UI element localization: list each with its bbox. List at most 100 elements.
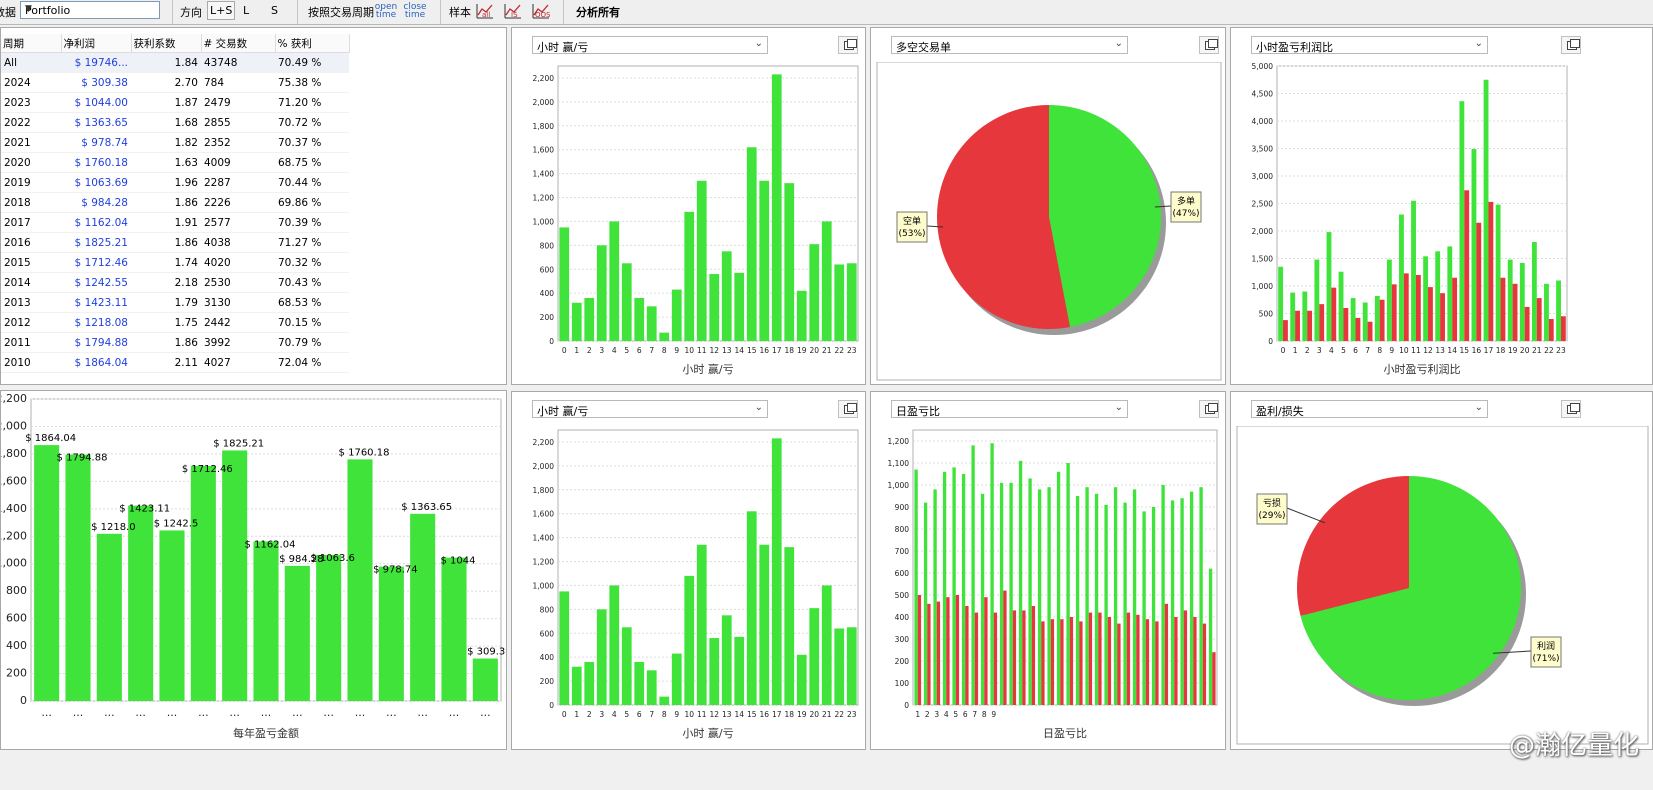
bar (1183, 610, 1188, 705)
table-row[interactable]: 2021 $ 978.74 1.82 2352 70.37 % (1, 132, 349, 153)
popout-icon[interactable] (1199, 400, 1219, 418)
popout-icon[interactable] (838, 36, 858, 54)
table-row[interactable]: 2015 $ 1712.46 1.74 4020 70.32 % (1, 252, 349, 273)
table-cell: 75.38 % (275, 72, 349, 93)
bar (1012, 610, 1017, 705)
table-cell: 1.82 (131, 132, 201, 153)
bar (1174, 617, 1178, 705)
x-tick-label: 9 (674, 710, 679, 719)
popout-icon[interactable] (1561, 400, 1581, 418)
hourly-ratio-dropdown[interactable]: 小时盈亏利润比 ⌄ (1251, 36, 1488, 54)
direction-ls-button[interactable]: L+S (207, 1, 236, 20)
x-tick-label: 8 (662, 346, 667, 355)
table-row[interactable]: 2014 $ 1242.55 2.18 2530 70.43 % (1, 272, 349, 293)
table-row[interactable]: 2012 $ 1218.08 1.75 2442 70.15 % (1, 312, 349, 333)
popout-icon[interactable] (1561, 36, 1581, 54)
x-tick-label: 5 (953, 710, 958, 719)
bar (1193, 617, 1197, 705)
x-tick-label: 2 (925, 710, 930, 719)
table-cell: 3130 (201, 292, 275, 313)
bar (596, 609, 607, 705)
table-row[interactable]: All $ 19746... 1.84 43748 70.49 % (1, 52, 349, 73)
table-row[interactable]: 2019 $ 1063.69 1.96 2287 70.44 % (1, 172, 349, 193)
x-tick-label: 3 (599, 710, 604, 719)
y-tick-label: 1,200 (533, 194, 555, 203)
column-header[interactable]: 周期 (1, 34, 62, 53)
close-time-button[interactable]: close time (403, 3, 427, 20)
table-row[interactable]: 2013 $ 1423.11 1.79 3130 68.53 % (1, 292, 349, 313)
x-tick-label: 6 (963, 710, 968, 719)
direction-short-button[interactable]: S (271, 4, 278, 17)
sample-is-icon[interactable]: IS (503, 2, 523, 20)
bar (684, 575, 695, 705)
y-tick-label: 1,600 (1, 474, 27, 487)
table-row[interactable]: 2018 $ 984.28 1.86 2226 69.86 % (1, 192, 349, 213)
table-row[interactable]: 2010 $ 1864.04 2.11 4027 72.04 % (1, 352, 349, 373)
bar (128, 505, 154, 701)
table-header-row: 周期 净利润 获利系数 # 交易数% 获利 (1, 34, 350, 53)
hourly-winloss-dropdown[interactable]: 小时 赢/亏 ⌄ (532, 36, 768, 54)
x-tick-label: 10 (684, 346, 694, 355)
data-label: $ 1794.88 (57, 453, 108, 464)
analyze-all-button[interactable]: 分析所有 (576, 4, 620, 20)
divider (563, 0, 564, 24)
bar (1464, 190, 1470, 341)
popout-icon[interactable] (1199, 36, 1219, 54)
column-header[interactable]: % 获利 (275, 34, 350, 53)
bar (971, 445, 975, 705)
x-tick-label: 20 (809, 710, 819, 719)
bar (746, 147, 757, 341)
y-tick-label: 1,800 (533, 122, 555, 131)
table-row[interactable]: 2017 $ 1162.04 1.91 2577 70.39 % (1, 212, 349, 233)
table-cell: 4020 (201, 252, 275, 273)
table-row[interactable]: 2023 $ 1044.00 1.87 2479 71.20 % (1, 92, 349, 113)
portfolio-select[interactable]: Portfolio ▼ (20, 1, 160, 19)
x-tick-label: 8 (662, 710, 667, 719)
sample-oos-icon[interactable]: OOS (531, 2, 551, 20)
bar (821, 585, 832, 705)
open-time-button[interactable]: open time (374, 3, 398, 20)
trade-period-label: 按照交易周期 (308, 6, 374, 19)
y-tick-label: 300 (895, 635, 910, 644)
direction-long-button[interactable]: L (243, 4, 249, 17)
bar (952, 467, 956, 705)
table-cell: 2024 (1, 72, 61, 93)
table-row[interactable]: 2016 $ 1825.21 1.86 4038 71.27 % (1, 232, 349, 253)
daily-ratio-dropdown[interactable]: 日盈亏比 ⌄ (891, 400, 1128, 418)
x-tick-label: 22 (834, 710, 844, 719)
popout-icon[interactable] (838, 400, 858, 418)
hourly-winloss-dropdown-2[interactable]: 小时 赢/亏 ⌄ (532, 400, 768, 418)
table-row[interactable]: 2022 $ 1363.65 1.68 2855 70.72 % (1, 112, 349, 133)
data-label: 数据 (0, 6, 16, 19)
bar (1399, 214, 1404, 341)
bar (821, 221, 832, 341)
data-label: $ 1162.04 (245, 539, 296, 550)
bar (990, 443, 994, 705)
table-row[interactable]: 2011 $ 1794.88 1.86 3992 70.79 % (1, 332, 349, 353)
sample-all-icon[interactable]: all (475, 2, 495, 20)
y-tick-label: 600 (540, 265, 555, 274)
x-tick-label: ... (292, 706, 303, 719)
table-cell: 2.11 (131, 352, 201, 373)
bar (846, 627, 857, 705)
column-header[interactable]: 获利系数 (131, 34, 202, 53)
bar (1126, 612, 1131, 705)
bar (1350, 298, 1356, 341)
profitloss-dropdown[interactable]: 盈利/损失 ⌄ (1251, 400, 1488, 418)
bar (1199, 487, 1203, 705)
bar (1290, 292, 1296, 341)
longshort-dropdown[interactable]: 多空交易单 ⌄ (891, 36, 1128, 54)
bar (1531, 242, 1537, 341)
bar (1132, 489, 1137, 705)
table-cell: 1.86 (131, 232, 201, 253)
column-header[interactable]: # 交易数 (201, 34, 276, 53)
table-row[interactable]: 2020 $ 1760.18 1.63 4009 68.75 % (1, 152, 349, 173)
x-tick-label: 18 (784, 346, 794, 355)
column-header[interactable]: 净利润 (61, 34, 132, 53)
table-cell: $ 1242.55 (61, 272, 131, 293)
bar (571, 666, 582, 705)
table-row[interactable]: 2024 $ 309.38 2.70 784 75.38 % (1, 72, 349, 93)
bar (936, 601, 941, 705)
bar (999, 482, 1004, 705)
table-cell: 2019 (1, 172, 61, 193)
